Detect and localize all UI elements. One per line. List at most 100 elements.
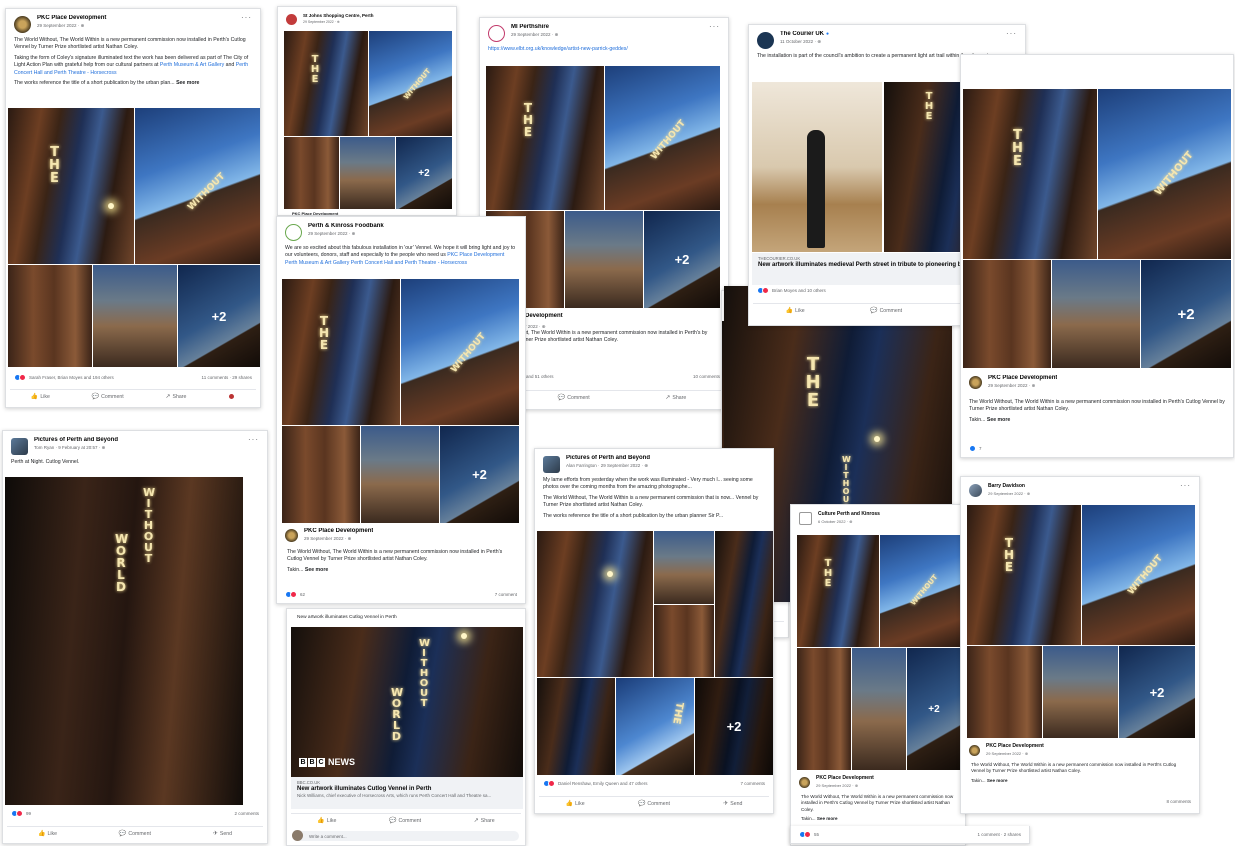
like-button[interactable]: 👍Like [317,817,336,825]
post-photo[interactable]: THE [616,678,694,775]
reaction-icons[interactable] [11,810,23,817]
post-date[interactable]: 29 September 2022 · ⊕ [304,536,373,542]
post-photo[interactable]: THE [284,31,368,136]
post-photo[interactable]: +2 [1119,646,1195,738]
reaction-icons[interactable] [969,445,976,452]
reaction-count[interactable]: 62 [300,592,305,597]
avatar[interactable] [799,776,810,788]
post-photo[interactable] [537,531,653,677]
comment-button[interactable]: 💬 Comment [870,307,902,315]
more-options-icon[interactable]: ··· [241,13,252,22]
post-photo[interactable] [752,82,882,252]
post-author[interactable]: PKC Place Development [988,375,1057,381]
post-photo[interactable]: +2 [396,137,452,209]
comment-input[interactable]: Write a comment... [292,830,519,841]
post-date[interactable]: 29 September 2022 · ⊕ [511,32,720,38]
avatar[interactable] [286,14,297,25]
link-image[interactable]: WITHOUT WORLD B B C NEWS [291,627,523,777]
more-photos-count[interactable]: +2 [396,137,452,209]
post-author[interactable]: Perth & Kinross Foodbank [308,223,517,229]
post-date[interactable]: 29 September 2022 · ⊕ [988,383,1057,389]
post-photo[interactable]: +2 [907,648,961,770]
avatar[interactable] [969,376,982,389]
post-photo[interactable]: THE [282,279,400,425]
post-date[interactable]: Alan Farrington · 29 September 2022 · ⊕ [566,463,765,469]
post-date[interactable]: 29 September 2022 · ⊕ [988,491,1191,496]
comments-count[interactable]: 10 comments [693,374,720,379]
post-photo[interactable] [963,260,1051,368]
post-photo[interactable] [715,531,773,677]
see-more-link[interactable]: See more [987,417,1010,423]
more-options-icon[interactable]: ··· [248,435,259,444]
post-date[interactable]: 11 October 2022 · ⊕ [780,39,1017,45]
post-date[interactable]: 29 September 2022 · ⊕ [816,783,874,788]
post-photo[interactable]: WITHOUT [880,535,961,647]
share-button[interactable]: ↗Share [474,817,495,825]
reaction-names[interactable]: Daniel Renshaw, Emily Queen and 47 other… [558,781,648,786]
post-author[interactable]: Pictures of Perth and Beyond [34,437,259,443]
see-more-link[interactable]: See more [305,567,328,573]
like-button[interactable]: 👍Like [566,800,585,808]
post-photo[interactable] [8,265,92,367]
post-photo[interactable]: WITHOUT WORLD [5,477,243,805]
comment-button[interactable]: 💬 Comment [389,817,421,825]
post-photo[interactable] [537,678,615,775]
avatar[interactable] [969,484,982,497]
post-date[interactable]: 29 September 2022 · ⊕ [37,23,252,29]
author-name[interactable]: The Courier UK [780,31,824,37]
more-photos-count[interactable]: +2 [1119,646,1195,738]
reaction-icons[interactable] [14,374,26,381]
post-author[interactable]: PKC Place Development [37,15,252,21]
post-photo[interactable]: WITHOUT [369,31,452,136]
post-author[interactable]: St Johns Shopping Centre, Perth [303,13,448,18]
post-author[interactable]: Culture Perth and Kinross [818,511,957,517]
post-photo[interactable]: WITHOUT [401,279,519,425]
reaction-icons[interactable] [757,287,769,294]
comments-count[interactable]: 8 comments [1166,799,1191,804]
post-photo[interactable] [1052,260,1140,368]
more-photos-count[interactable]: +2 [907,648,961,770]
reaction-count[interactable]: 7 [979,446,982,451]
post-photo[interactable] [565,211,643,308]
avatar[interactable] [488,25,505,42]
post-photo[interactable] [797,648,851,770]
comment-button[interactable]: 💬 Comment [558,394,590,402]
reaction-count[interactable]: 55 [814,832,819,837]
post-photo[interactable] [1043,646,1118,738]
comments-count[interactable]: 7 comment [495,592,517,597]
reaction-names[interactable]: Sarah Fraser, Brian Moyes and 194 others [29,375,114,380]
post-photo[interactable]: +2 [440,426,519,523]
share-button[interactable]: ↗Share [665,394,686,402]
avatar[interactable] [969,744,980,756]
comments-shares-count[interactable]: 11 comments · 29 shares [202,375,252,380]
send-button[interactable]: ✈ Send [213,830,232,838]
see-more-link[interactable]: See more [987,778,1008,783]
post-photo[interactable]: THE [8,108,134,264]
see-more-link[interactable]: See more [176,80,199,86]
more-photos-count[interactable]: +2 [1141,260,1231,368]
post-photo[interactable] [93,265,177,367]
link-title[interactable]: New artwork illuminates Cutlog Vennel in… [297,786,517,792]
avatar[interactable] [11,438,28,455]
comment-button[interactable]: 💬 Comment [638,800,670,808]
post-photo[interactable]: +2 [178,265,260,367]
post-date[interactable]: Tom Ryan · 9 February at 20:57 · ⊕ [34,445,259,451]
post-date[interactable]: 29 September 2022 · ⊕ [303,20,448,24]
more-photos-count[interactable]: +2 [440,426,519,523]
post-photo[interactable]: WITHOUT [605,66,720,210]
post-photo[interactable]: WITHOUT [1082,505,1195,645]
post-author[interactable]: MI Perthshire [511,24,720,30]
post-author[interactable]: The Courier UK ● [780,31,1017,37]
post-photo[interactable] [967,646,1042,738]
post-date[interactable]: 6 October 2022 · ⊕ [818,519,957,524]
post-photo[interactable] [852,648,906,770]
more-photos-count[interactable]: +2 [644,211,720,308]
post-photo[interactable]: +2 [1141,260,1231,368]
more-photos-count[interactable]: +2 [178,265,260,367]
post-date[interactable]: 29 September 2022 · ⊕ [308,231,517,237]
post-photo[interactable] [340,137,395,209]
share-button[interactable]: ↗Share [165,393,186,401]
post-photo[interactable] [361,426,439,523]
more-photos-count[interactable]: +2 [695,678,773,775]
comments-shares-count[interactable]: 1 comment · 2 shares [977,832,1021,837]
